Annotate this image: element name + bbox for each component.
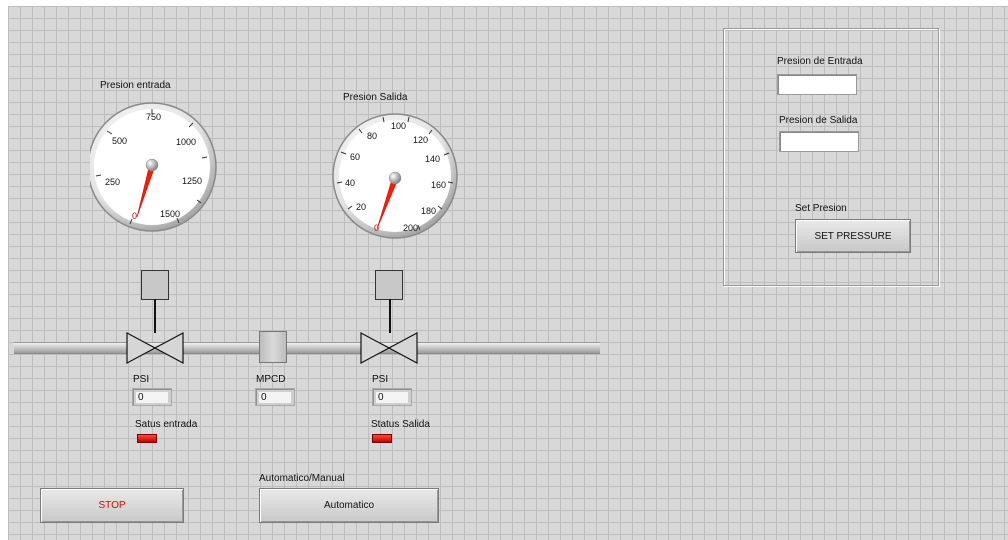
gauge-salida-tick-100: 100 (391, 121, 406, 131)
psi-salida-label: PSI (372, 374, 389, 385)
gauge-salida-tick-200: 200 (403, 223, 418, 233)
valve-salida-actuator[interactable] (375, 270, 403, 300)
gauge-salida-tick-60: 60 (350, 152, 360, 162)
gauge-entrada-tick-750: 750 (146, 112, 161, 122)
stop-button[interactable]: STOP (40, 488, 184, 523)
mpcd-value: 0 (259, 392, 291, 403)
pipeline (14, 342, 600, 354)
gauge-entrada-tick-1500: 1500 (160, 209, 180, 219)
gauge-salida-title: Presion Salida (343, 92, 408, 103)
set-presion-caption: Set Presion (795, 203, 847, 214)
salida-setpoint-input[interactable] (779, 131, 859, 152)
entrada-setpoint-label: Presion de Entrada (777, 56, 863, 67)
gauge-entrada: 250 500 750 1000 1250 1500 0 (90, 102, 217, 232)
psi-salida-value: 0 (376, 392, 408, 403)
gauge-salida-tick-180: 180 (421, 206, 436, 216)
gauge-salida: 20 40 60 80 100 120 140 160 180 200 0 (332, 113, 458, 239)
mode-caption: Automatico/Manual (259, 473, 345, 484)
valve-salida-icon[interactable] (360, 331, 420, 365)
gauge-entrada-tick-1250: 1250 (182, 176, 202, 186)
status-entrada-label: Satus entrada (135, 419, 198, 430)
status-salida-label: Status Salida (371, 419, 430, 430)
gauge-salida-tick-20: 20 (356, 202, 366, 212)
gauge-salida-tick-80: 80 (367, 131, 377, 141)
status-salida-led (372, 434, 392, 443)
gauge-salida-hub (388, 171, 402, 185)
status-entrada-led (137, 434, 157, 443)
entrada-setpoint-input[interactable] (777, 74, 857, 95)
mpcd-label: MPCD (256, 374, 286, 385)
gauge-entrada-hub (145, 158, 159, 172)
gauge-entrada-tick-1000: 1000 (176, 137, 196, 147)
gauge-entrada-tick-0: 0 (132, 211, 137, 221)
flow-element (259, 331, 287, 363)
set-pressure-button[interactable]: SET PRESSURE (795, 219, 911, 253)
valve-entrada-actuator[interactable] (141, 270, 169, 300)
gauge-salida-tick-120: 120 (413, 135, 428, 145)
psi-salida-indicator: 0 (372, 388, 412, 406)
gauge-entrada-tick-250: 250 (105, 177, 120, 187)
salida-setpoint-label: Presion de Salida (779, 115, 858, 126)
mpcd-indicator: 0 (255, 388, 295, 406)
psi-entrada-label: PSI (133, 374, 150, 385)
valve-salida-stem (389, 299, 391, 333)
gauge-entrada-title: Presion entrada (100, 80, 171, 91)
valve-entrada-stem (154, 299, 156, 333)
psi-entrada-indicator: 0 (132, 388, 172, 406)
valve-entrada-icon[interactable] (126, 331, 186, 365)
gauge-salida-tick-40: 40 (345, 178, 355, 188)
mode-toggle-button[interactable]: Automatico (259, 488, 439, 523)
gauge-entrada-tick-500: 500 (112, 136, 127, 146)
gauge-salida-tick-160: 160 (431, 180, 446, 190)
psi-entrada-value: 0 (136, 392, 168, 403)
gauge-salida-tick-140: 140 (425, 154, 440, 164)
